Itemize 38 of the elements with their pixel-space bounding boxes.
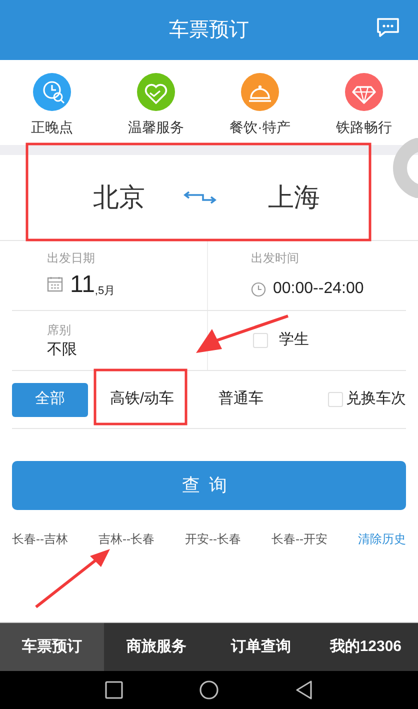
field-label: 席别: [47, 323, 72, 337]
shortcut-icon[interactable]: [137, 73, 175, 111]
seat-value: 不限: [47, 340, 78, 360]
date-day: 11: [70, 273, 95, 297]
shortcut-icon[interactable]: [33, 73, 71, 111]
shortcut-label[interactable]: 正晚点: [31, 117, 73, 138]
history-route-link[interactable]: 长春--开安: [272, 530, 328, 548]
date-field[interactable]: 出发日期 11,5月: [12, 241, 208, 310]
checkbox-label: 学生: [279, 330, 309, 350]
arrival-city[interactable]: 上海: [225, 178, 320, 217]
home-icon[interactable]: [199, 680, 219, 700]
time-field[interactable]: 出发时间 00:00--24:00: [208, 241, 406, 310]
shortcut-icon[interactable]: [345, 73, 383, 111]
date-month: ,5月: [94, 286, 116, 297]
page-title: 车票预订: [169, 18, 249, 43]
history-route-link[interactable]: 长春--吉林: [12, 530, 68, 548]
departure-city[interactable]: 北京: [0, 178, 175, 217]
exchange-checkbox[interactable]: [328, 392, 343, 407]
history-route-link[interactable]: 吉林--长春: [98, 530, 154, 548]
train-type-tab[interactable]: 高铁/动车: [96, 382, 188, 416]
shortcut-icon[interactable]: [241, 73, 279, 111]
calendar-icon: [47, 276, 63, 292]
chat-icon[interactable]: [376, 17, 400, 39]
checkbox-label: 兑换车次: [346, 389, 406, 410]
shortcut-label[interactable]: 餐饮·特产: [230, 117, 290, 138]
history-route-link[interactable]: 开安--长春: [185, 530, 241, 548]
train-type-tab[interactable]: 普通车: [204, 382, 278, 416]
student-checkbox[interactable]: [253, 333, 268, 348]
field-label: 出发时间: [251, 250, 300, 267]
clock-icon: [251, 282, 266, 296]
bottom-tab[interactable]: 车票预订: [0, 623, 104, 671]
recents-icon[interactable]: [105, 681, 123, 699]
swap-icon[interactable]: [183, 190, 217, 206]
field-label: 出发日期: [47, 250, 96, 267]
shortcut-label[interactable]: 铁路畅行: [336, 117, 392, 138]
time-range: 00:00--24:00: [273, 279, 364, 299]
shortcut-label[interactable]: 温馨服务: [128, 117, 184, 138]
back-icon[interactable]: [295, 680, 313, 700]
